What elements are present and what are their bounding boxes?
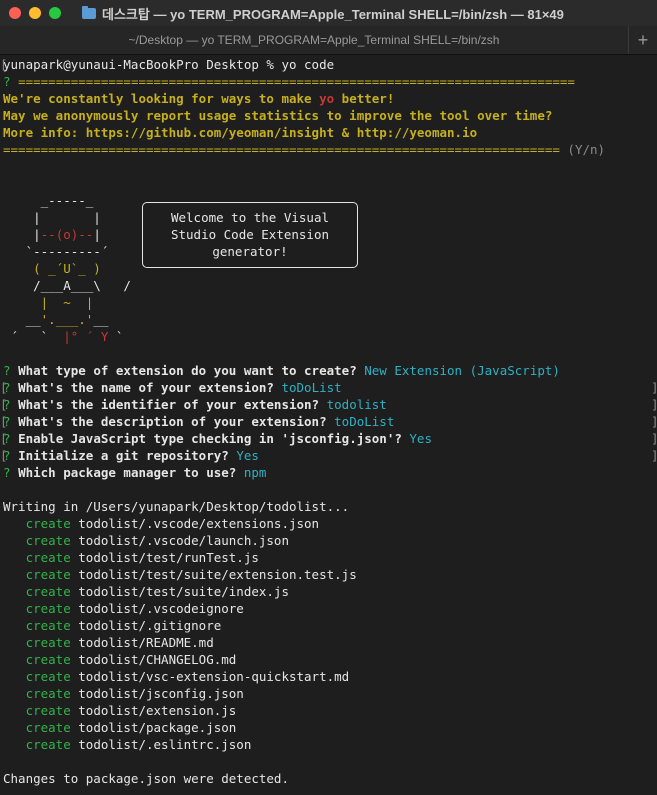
file-path: todolist/.gitignore [78,618,222,633]
question-row: [? Enable JavaScript type checking in 'j… [0,431,657,446]
create-row: create todolist/.eslintrc.json [25,737,252,752]
close-button[interactable] [9,7,21,19]
insight-line-1: We're constantly looking for ways to mak… [3,90,653,107]
question-text: Enable JavaScript type checking in 'jsco… [18,431,402,446]
create-row: create todolist/jsconfig.json [25,686,244,701]
answer-text: toDoList [334,414,395,429]
question-row: [? Initialize a git repository? Yes] [0,448,657,463]
yo-highlight: yo [319,91,335,106]
answer-text: todolist [326,397,387,412]
question-text: What's the description of your extension… [18,414,327,429]
question-row: [? What's the description of your extens… [0,414,657,429]
question-row: [? What's the identifier of your extensi… [0,397,657,412]
create-row: create todolist/vsc-extension-quickstart… [25,669,350,684]
insight-line-3: More info: https://github.com/yeoman/ins… [3,125,478,140]
create-row: create todolist/.vscodeignore [25,601,244,616]
art-line-5: /___A___\ / [3,278,131,293]
insight-separator-top: ? ======================================… [3,73,653,90]
folder-icon [82,5,96,19]
traffic-lights [9,7,61,19]
art-line-6: | ~ | [3,295,131,310]
question-row: ? Which package manager to use? npm [3,465,267,480]
writing-line: Writing in /Users/yunapark/Desktop/todol… [3,499,350,514]
question-text: What's the name of your extension? [18,380,274,395]
zoom-button[interactable] [49,7,61,19]
tab-bar: ~/Desktop — yo TERM_PROGRAM=Apple_Termin… [0,26,657,55]
answer-text: Yes [236,448,259,463]
file-path: todolist/test/suite/extension.test.js [78,567,357,582]
art-line-8: ´ ` |° ´ Y ` [3,329,131,344]
insight-line-1a: We're constantly looking for ways to mak… [3,91,320,106]
prompt-text: yunapark@yunaui-MacBookPro Desktop % yo … [3,57,335,72]
question-text: Which package manager to use? [18,465,237,480]
yn-hint: (Y/n) [559,142,606,157]
question-text: What type of extension do you want to cr… [18,363,357,378]
question-text: What's the identifier of your extension? [18,397,320,412]
create-row: create todolist/test/suite/extension.tes… [25,567,357,582]
prompt-line: [yunapark@yunaui-MacBookPro Desktop % yo… [0,57,335,72]
question-list: ? What type of extension do you want to … [0,362,657,481]
terminal-window: 데스크탑 — yo TERM_PROGRAM=Apple_Terminal SH… [0,0,657,795]
file-path: todolist/README.md [78,635,214,650]
changes-detected-line: Changes to package.json were detected. [3,771,289,786]
welcome-line-1: Welcome to the Visual [170,210,330,225]
insight-separator-bottom: ========================================… [3,141,653,158]
welcome-line-2: Studio Code Extension [170,227,330,242]
question-text: Initialize a git repository? [18,448,229,463]
insight-line-1c: better! [334,91,395,106]
file-path: todolist/extension.js [78,703,237,718]
window-title-area: 데스크탑 — yo TERM_PROGRAM=Apple_Terminal SH… [82,0,564,26]
answer-text: npm [243,465,267,480]
create-row: create todolist/CHANGELOG.md [25,652,237,667]
create-row: create todolist/.vscode/launch.json [25,533,289,548]
answer-text: Yes [409,431,432,446]
create-row: create todolist/extension.js [25,703,237,718]
file-path: todolist/jsconfig.json [78,686,244,701]
tab-desktop[interactable]: ~/Desktop — yo TERM_PROGRAM=Apple_Termin… [0,33,628,47]
file-path: todolist/.vscode/extensions.json [78,516,320,531]
create-row: create todolist/test/suite/index.js [25,584,289,599]
answer-text: toDoList [281,380,342,395]
create-row: create todolist/README.md [25,635,214,650]
welcome-line-3: generator! [212,244,288,259]
answer-text: New Extension (JavaScript) [364,363,560,378]
question-row: ? What type of extension do you want to … [3,363,560,378]
create-row: create todolist/test/runTest.js [25,550,259,565]
create-row: create todolist/.vscode/extensions.json [25,516,320,531]
art-line-7: __'.___.'__ [3,312,131,327]
welcome-speech-bubble: Welcome to the Visual Studio Code Extens… [142,202,358,268]
file-path: todolist/package.json [78,720,237,735]
create-row: create todolist/package.json [25,720,237,735]
created-files-list: create todolist/.vscode/extensions.json … [3,515,653,753]
window-title: 데스크탑 — yo TERM_PROGRAM=Apple_Terminal SH… [102,6,564,22]
file-path: todolist/vsc-extension-quickstart.md [78,669,350,684]
new-tab-button[interactable]: + [628,26,657,54]
minimize-button[interactable] [29,7,41,19]
separator-text-2: ========================================… [3,142,560,157]
question-mark: ? [3,74,19,89]
file-path: todolist/test/suite/index.js [78,584,289,599]
file-path: todolist/.vscode/launch.json [78,533,289,548]
file-path: todolist/.vscodeignore [78,601,244,616]
question-row: [? What's the name of your extension? to… [0,380,657,395]
file-path: todolist/.eslintrc.json [78,737,252,752]
scrollbar[interactable] [651,56,656,791]
title-bar: 데스크탑 — yo TERM_PROGRAM=Apple_Terminal SH… [0,0,657,26]
create-row: create todolist/.gitignore [25,618,222,633]
separator-text: ========================================… [18,74,575,89]
insight-line-2: May we anonymously report usage statisti… [3,108,553,123]
terminal-output[interactable]: [yunapark@yunaui-MacBookPro Desktop % yo… [0,56,657,787]
file-path: todolist/CHANGELOG.md [78,652,237,667]
file-path: todolist/test/runTest.js [78,550,259,565]
